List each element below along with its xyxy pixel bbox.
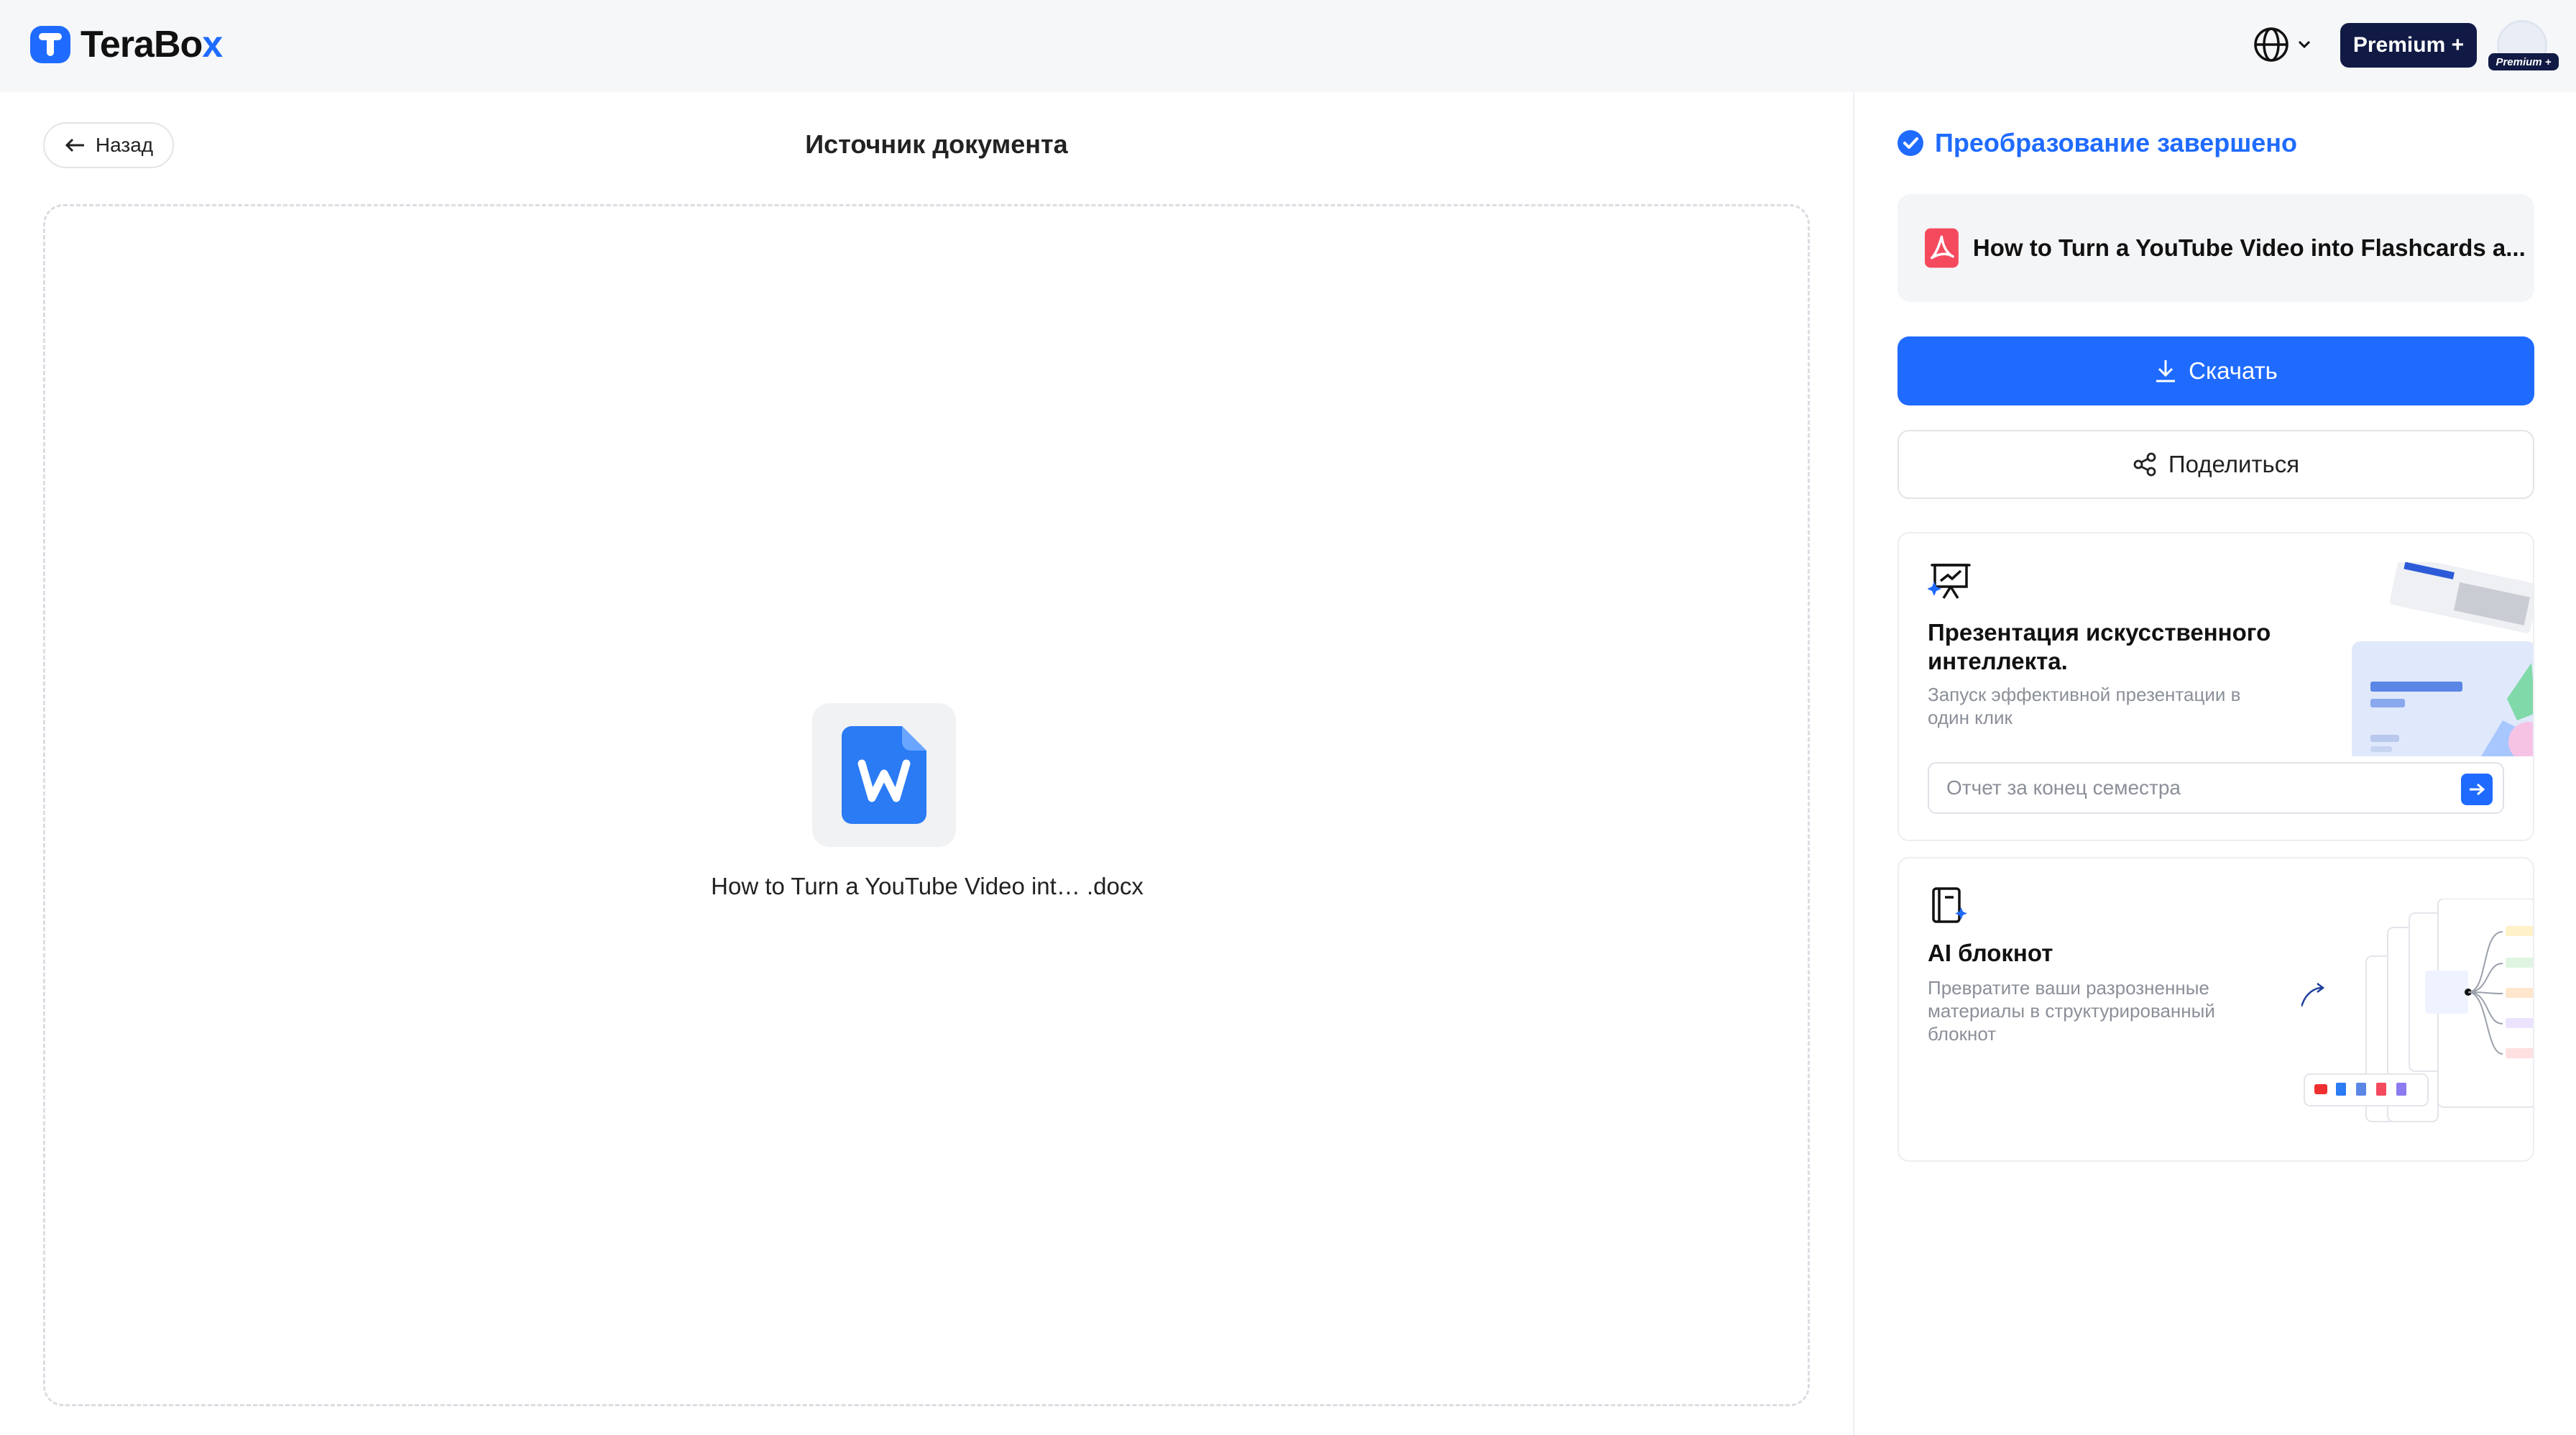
presentation-topic-input[interactable]: Отчет за конец семестра: [1928, 762, 2504, 814]
download-icon: [2156, 360, 2176, 382]
source-file-name: How to Turn a YouTube Video int… .docx: [711, 873, 1144, 899]
ai-presentation-card[interactable]: Презентация искусственного интеллекта. З…: [1898, 532, 2534, 841]
notebook-illustration: [2301, 899, 2533, 1122]
pdf-file-icon: [1925, 228, 1959, 268]
premium-badge: Premium +: [2488, 53, 2559, 70]
arrow-right-icon: [2470, 783, 2485, 796]
terabox-logo-icon: [30, 26, 70, 63]
presentation-illustration: [2352, 562, 2533, 756]
presentation-icon: [1928, 564, 1971, 599]
notebook-title: AI блокнот: [1928, 940, 2053, 966]
terabox-logo[interactable]: TeraBox: [29, 22, 223, 68]
page-title: Источник документа: [805, 129, 1068, 159]
share-button[interactable]: Поделиться: [1898, 430, 2534, 499]
status-text: Преобразование завершено: [1935, 128, 2297, 157]
presentation-description: Запуск эффективной презентации в один кл…: [1928, 684, 2241, 728]
share-icon: [2133, 452, 2156, 477]
brand-name: TeraBox: [80, 24, 223, 65]
file-thumbnail[interactable]: [812, 703, 956, 847]
check-circle-icon: [1898, 130, 1923, 156]
download-label: Скачать: [2189, 357, 2278, 384]
result-file-card[interactable]: How to Turn a YouTube Video into Flashca…: [1898, 194, 2534, 302]
conversion-result-panel: Преобразование завершено How to Turn a Y…: [1853, 92, 2576, 1435]
language-selector[interactable]: [2253, 24, 2312, 65]
notebook-icon: [1932, 887, 1967, 923]
conversion-status: Преобразование завершено: [1898, 128, 2297, 158]
notebook-description: Превратите ваши разрозненные материалы в…: [1928, 977, 2215, 1045]
generate-presentation-button[interactable]: [2461, 774, 2493, 805]
word-file-icon: [842, 726, 926, 824]
chevron-down-icon: [2298, 40, 2311, 49]
download-button[interactable]: Скачать: [1898, 336, 2534, 405]
result-file-name: How to Turn a YouTube Video into Flashca…: [1972, 234, 2526, 261]
ai-notebook-card[interactable]: AI блокнот Превратите ваши разрозненные …: [1898, 857, 2534, 1162]
top-header: TeraBox Premium + Premium +: [0, 0, 2576, 92]
presentation-title: Презентация искусственного интеллекта.: [1928, 619, 2271, 674]
globe-icon: [2254, 27, 2288, 62]
presentation-input-placeholder: Отчет за конец семестра: [1946, 776, 2181, 799]
premium-button[interactable]: Premium +: [2340, 23, 2477, 68]
share-label: Поделиться: [2168, 451, 2300, 477]
source-document-panel: Назад Источник документа How to Turn a Y…: [0, 92, 1853, 1435]
